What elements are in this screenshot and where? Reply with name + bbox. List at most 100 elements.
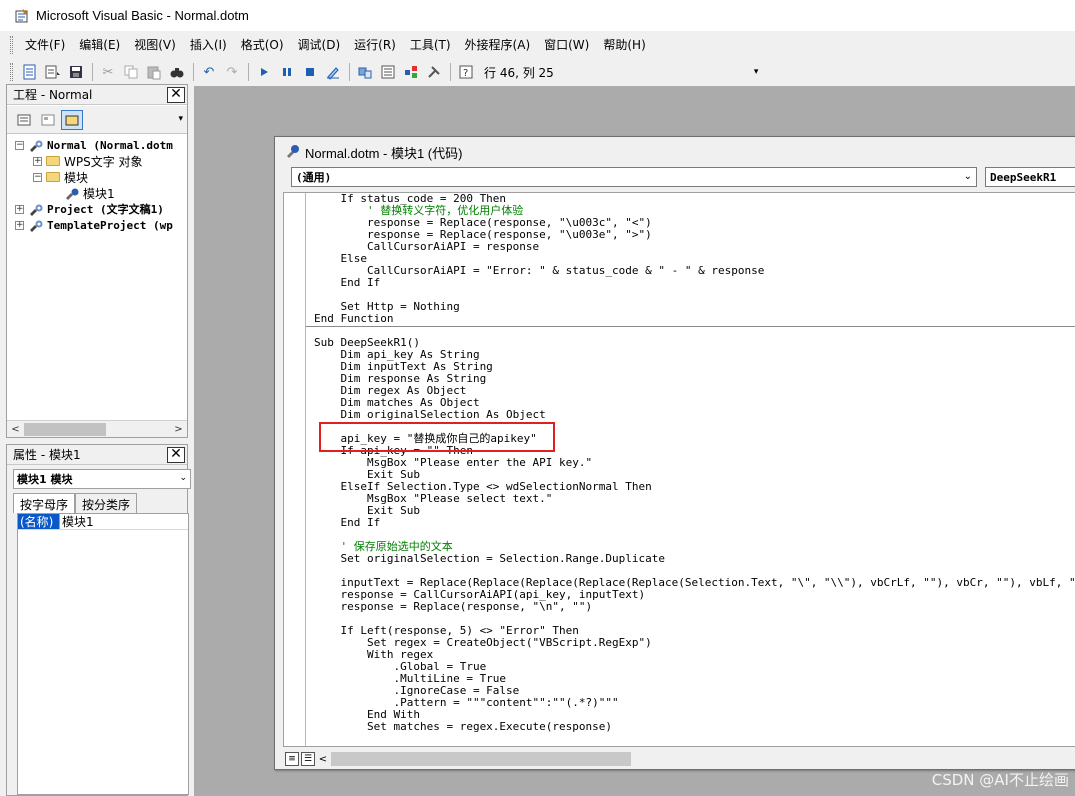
code-window-title: Normal.dotm - 模块1 (代码): [305, 145, 463, 161]
code-line[interactable]: CallCursorAiAPI = "Error: " & status_cod…: [314, 265, 1075, 277]
object-combo[interactable]: (通用) ⌄: [291, 167, 977, 187]
property-row[interactable]: (名称) 模块1: [18, 514, 188, 530]
paste-icon[interactable]: [143, 61, 165, 83]
menu-item[interactable]: 插入(I): [184, 34, 233, 55]
menu-item[interactable]: 运行(R): [348, 34, 402, 55]
project-explorer-icon[interactable]: [354, 61, 376, 83]
help-icon[interactable]: ?: [455, 61, 477, 83]
menu-item[interactable]: 工具(T): [404, 34, 457, 55]
close-icon[interactable]: ✕: [167, 87, 185, 103]
close-icon[interactable]: ✕: [167, 447, 185, 463]
code-lines[interactable]: If status_code = 200 Then ' 替换转义字符，优化用户体…: [314, 193, 1075, 733]
view-object-icon[interactable]: [37, 110, 59, 130]
code-line[interactable]: CallCursorAiAPI = response: [314, 241, 1075, 253]
toolbar-separator: [248, 63, 249, 81]
vba-project-icon: [28, 139, 44, 152]
vba-project-icon: [28, 219, 44, 232]
menu-grip[interactable]: [10, 35, 13, 54]
toolbar-grip[interactable]: [10, 63, 13, 81]
run-icon[interactable]: [253, 61, 275, 83]
procedure-view-icon[interactable]: ≡: [285, 752, 299, 766]
property-name: (名称): [18, 514, 60, 529]
code-line[interactable]: Set matches = regex.Execute(response): [314, 721, 1075, 733]
object-select[interactable]: 模块1 模块 ⌄: [13, 469, 191, 489]
folder-icon: [46, 172, 60, 182]
margin-indicator-bar[interactable]: [284, 193, 306, 746]
scroll-thumb[interactable]: [331, 752, 631, 766]
expand-icon[interactable]: +: [15, 220, 24, 230]
toolbar-options-chevron-icon[interactable]: ▾: [754, 67, 759, 77]
undo-icon[interactable]: ↶: [198, 61, 220, 83]
code-line[interactable]: response = Replace(response, "\n", ""): [314, 601, 1075, 613]
property-value[interactable]: 模块1: [60, 513, 94, 530]
toolbox-icon[interactable]: [423, 61, 445, 83]
tree-node[interactable]: 模块1: [11, 185, 183, 201]
save-icon[interactable]: [65, 61, 87, 83]
code-line[interactable]: Set Http = Nothing: [314, 301, 1075, 313]
properties-tabs: 按字母序 按分类序: [13, 493, 138, 513]
object-browser-icon[interactable]: [400, 61, 422, 83]
expand-icon[interactable]: +: [15, 204, 24, 214]
menu-item[interactable]: 帮助(H): [597, 34, 651, 55]
code-line[interactable]: MsgBox "Please enter the API key.": [314, 457, 1075, 469]
reset-icon[interactable]: [299, 61, 321, 83]
code-line[interactable]: .Pattern = """content"":""(.*?)""": [314, 697, 1075, 709]
view-code-icon[interactable]: [13, 110, 35, 130]
scroll-left-icon[interactable]: <: [7, 424, 24, 435]
properties-window-icon[interactable]: [377, 61, 399, 83]
tab-alphabetic[interactable]: 按字母序: [13, 493, 76, 513]
tab-categorized[interactable]: 按分类序: [75, 493, 138, 513]
copy-icon[interactable]: [120, 61, 142, 83]
chevron-down-icon[interactable]: ⌄: [179, 473, 187, 483]
code-line[interactable]: Dim originalSelection As Object: [314, 409, 1075, 421]
scroll-left-icon[interactable]: <: [315, 754, 331, 765]
menu-item[interactable]: 窗口(W): [538, 34, 595, 55]
code-line[interactable]: End If: [314, 277, 1075, 289]
menu-item[interactable]: 编辑(E): [73, 34, 126, 55]
project-tree-hscroll[interactable]: < >: [7, 420, 187, 437]
code-line[interactable]: Set originalSelection = Selection.Range.…: [314, 553, 1075, 565]
watermark: CSDN @AI不止绘画: [931, 771, 1069, 789]
menu-item[interactable]: 视图(V): [128, 34, 182, 55]
find-icon[interactable]: [166, 61, 188, 83]
collapse-icon[interactable]: −: [33, 172, 42, 182]
chevron-down-icon[interactable]: ⌄: [964, 171, 972, 182]
code-editor[interactable]: If status_code = 200 Then ' 替换转义字符，优化用户体…: [283, 192, 1075, 747]
toolbar-separator: [92, 63, 93, 81]
tree-node[interactable]: − 模块: [11, 169, 183, 185]
scroll-thumb[interactable]: [24, 422, 106, 436]
menu-item[interactable]: 格式(O): [235, 34, 290, 55]
standard-toolbar: ✂ ↶ ↷ ? 行 46, 列 25 ▾: [0, 58, 1075, 86]
collapse-icon[interactable]: −: [15, 140, 24, 150]
code-line[interactable]: End If: [314, 517, 1075, 529]
code-line[interactable]: MsgBox "Please select text.": [314, 493, 1075, 505]
toggle-folders-icon[interactable]: [61, 109, 83, 130]
procedure-separator: [306, 326, 1075, 327]
tree-node[interactable]: + Project (文字文稿1): [11, 201, 183, 217]
tree-node-label: Normal (Normal.dotm: [47, 138, 173, 152]
menu-item[interactable]: 外接程序(A): [459, 34, 537, 55]
expand-icon[interactable]: +: [33, 156, 42, 166]
menu-item[interactable]: 调试(D): [292, 34, 347, 55]
tree-node-label: Project (文字文稿1): [47, 203, 164, 216]
code-line[interactable]: Exit Sub: [314, 505, 1075, 517]
insert-module-icon[interactable]: [42, 61, 64, 83]
cut-icon[interactable]: ✂: [97, 61, 119, 83]
properties-title: 属性 - 模块1: [13, 448, 81, 462]
full-module-view-icon[interactable]: ☰: [301, 752, 315, 766]
menu-bar: 文件(F) 编辑(E) 视图(V) 插入(I) 格式(O) 调试(D) 运行(R) 工具(T)…: [0, 31, 1075, 58]
design-mode-icon[interactable]: [322, 61, 344, 83]
code-line[interactable]: End Function: [314, 313, 1075, 325]
procedure-combo[interactable]: DeepSeekR1: [985, 167, 1075, 187]
tree-node[interactable]: + WPS文字 对象: [11, 153, 183, 169]
tree-node[interactable]: − Normal (Normal.dotm: [11, 137, 183, 153]
scroll-right-icon[interactable]: >: [170, 424, 187, 435]
redo-icon[interactable]: ↷: [221, 61, 243, 83]
object-combo-value: (通用): [296, 171, 332, 184]
view-word-icon[interactable]: [19, 61, 41, 83]
break-icon[interactable]: [276, 61, 298, 83]
properties-header: 属性 - 模块1: [7, 445, 187, 465]
tree-node[interactable]: + TemplateProject (wp: [11, 217, 183, 233]
menu-item[interactable]: 文件(F): [19, 34, 71, 55]
panel-chevron-down-icon[interactable]: ▾: [178, 114, 183, 124]
